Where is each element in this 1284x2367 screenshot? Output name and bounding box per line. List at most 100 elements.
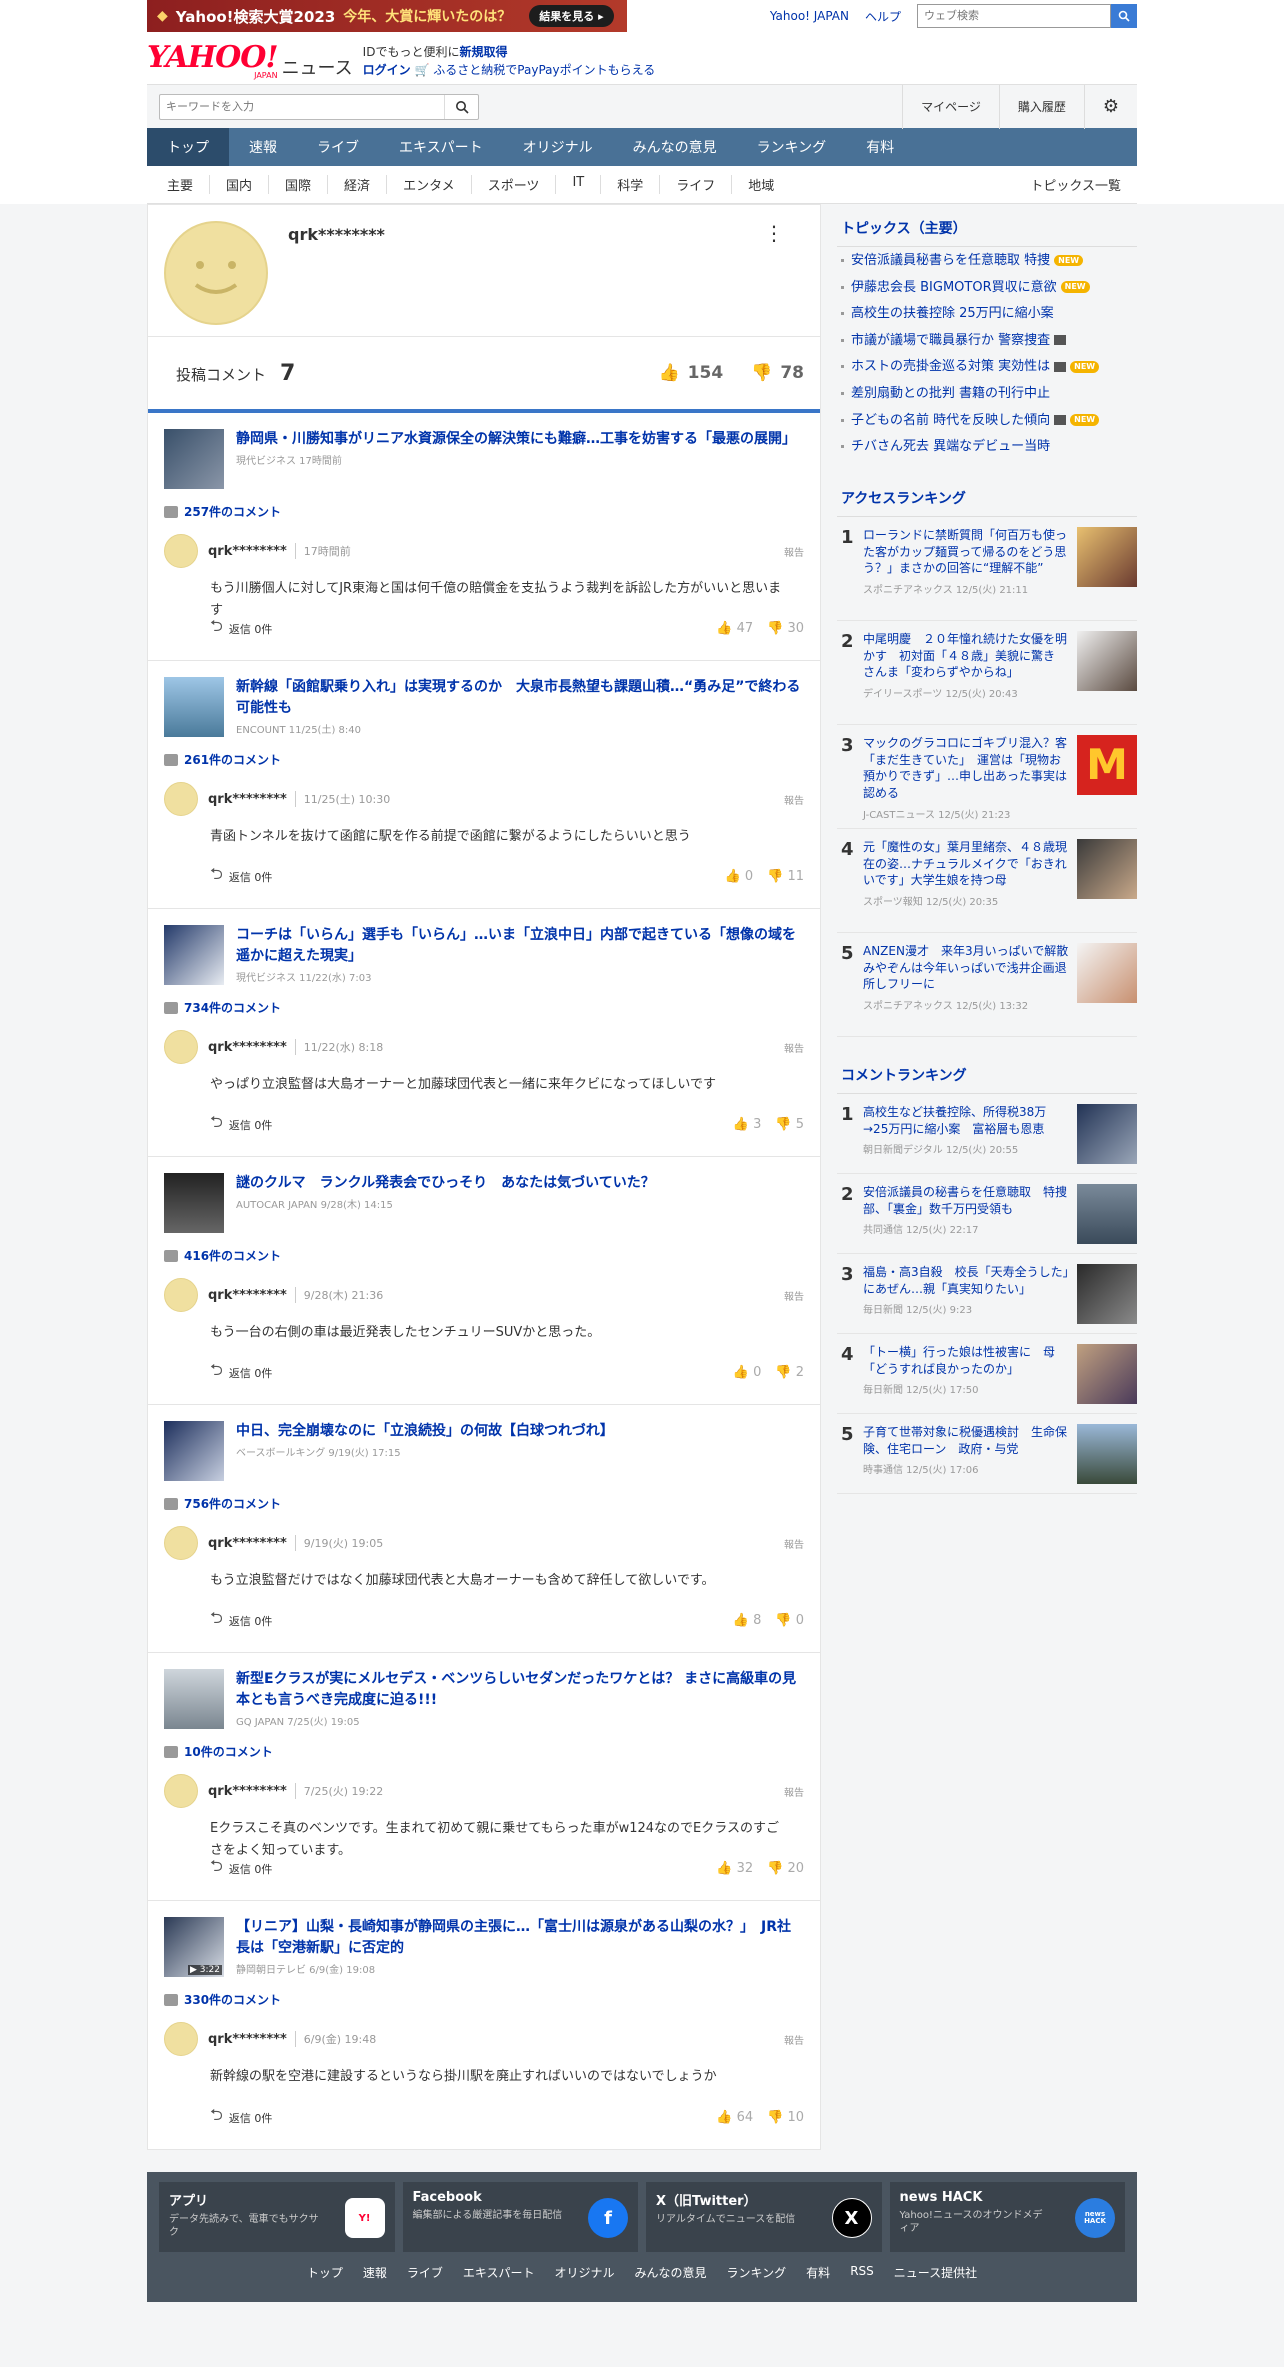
- cat-sports[interactable]: スポーツ: [472, 175, 557, 194]
- footer-link-breaking[interactable]: 速報: [363, 2264, 387, 2281]
- report-link[interactable]: 報告: [784, 1040, 804, 1055]
- footer-facebook-card[interactable]: Facebook 編集部による厳選記事を毎日配信 f: [402, 2182, 638, 2252]
- ranking-item[interactable]: 1 ローランドに禁断質問「何百万も使った客がカップ麺買って帰るのをどう思う？」ま…: [837, 517, 1137, 621]
- dislike-button[interactable]: 👎 20: [767, 1861, 804, 1876]
- cat-business[interactable]: 経済: [328, 175, 388, 194]
- comment-user[interactable]: qrk********: [208, 1536, 287, 1551]
- article-title[interactable]: 謎のクルマ ランクル発表会でひっそり あなたは気づいていた？: [236, 1173, 655, 1194]
- more-menu-icon[interactable]: ⋮: [764, 221, 784, 245]
- cat-science[interactable]: 科学: [601, 175, 661, 194]
- dislike-button[interactable]: 👎 2: [775, 1365, 804, 1380]
- topic-item[interactable]: ホストの売掛金巡る対策 実効性は NEW: [837, 353, 1137, 380]
- comment-user[interactable]: qrk********: [208, 792, 287, 807]
- nav-breaking[interactable]: 速報: [229, 128, 297, 166]
- nav-ranking[interactable]: ランキング: [737, 128, 847, 166]
- article-title[interactable]: 【リニア】山梨・長崎知事が静岡県の主張に…「富士川は源泉がある山梨の水？」 JR…: [236, 1917, 804, 1959]
- help-link[interactable]: ヘルプ: [865, 8, 901, 25]
- topic-item[interactable]: 差別扇動との批判 書籍の刊行中止: [837, 380, 1137, 407]
- dislike-button[interactable]: 👎 10: [767, 2110, 804, 2125]
- dislike-button[interactable]: 👎 5: [775, 1117, 804, 1132]
- article-comment-count[interactable]: 10件のコメント: [164, 1743, 804, 1760]
- footer-x-card[interactable]: X（旧Twitter） リアルタイムでニュースを配信 X: [646, 2182, 882, 2252]
- topic-item[interactable]: チバさん死去 異端なデビュー当時: [837, 433, 1137, 460]
- ranking-item[interactable]: 3 マックのグラコロにゴキブリ混入？客「まだ生きていた」 運営は「現物お預かりで…: [837, 725, 1137, 829]
- article-thumbnail[interactable]: [164, 1421, 224, 1481]
- article-thumbnail[interactable]: ▶ 3:22: [164, 1917, 224, 1977]
- comment-user[interactable]: qrk********: [208, 1040, 287, 1055]
- search-award-banner[interactable]: ◆ Yahoo!検索大賞2023 今年、大賞に輝いたのは？ 結果を見る ▸: [147, 0, 627, 32]
- topic-item[interactable]: 伊藤忠会長 BIGMOTOR買収に意欲 NEW: [837, 274, 1137, 301]
- reply-button[interactable]: ⮌ 返信 0件: [210, 615, 272, 642]
- all-topics-link[interactable]: トピックス一覧: [1030, 175, 1137, 194]
- cat-local[interactable]: 地域: [732, 175, 790, 194]
- nav-live[interactable]: ライブ: [297, 128, 379, 166]
- reply-button[interactable]: ⮌ 返信 0件: [210, 863, 272, 890]
- report-link[interactable]: 報告: [784, 1536, 804, 1551]
- dislike-button[interactable]: 👎 30: [767, 621, 804, 636]
- topic-item[interactable]: 市議が議場で職員暴行か 警察捜査: [837, 327, 1137, 354]
- article-thumbnail[interactable]: [164, 429, 224, 489]
- banner-result-button[interactable]: 結果を見る ▸: [529, 5, 614, 27]
- ranking-item[interactable]: 4 「トー横」行った娘は性被害に 母「どうすれば良かったのか」 毎日新聞 12/5…: [837, 1334, 1137, 1414]
- footer-link-expert[interactable]: エキスパート: [463, 2264, 535, 2281]
- ranking-item[interactable]: 3 福島・高3自殺 校長「天寿全うした」にあぜん…親「真実知りたい」 毎日新聞 1…: [837, 1254, 1137, 1334]
- footer-link-rss[interactable]: RSS: [850, 2264, 874, 2281]
- like-button[interactable]: 👍 0: [733, 1365, 762, 1380]
- nav-paid[interactable]: 有料: [846, 128, 914, 166]
- article-comment-count[interactable]: 756件のコメント: [164, 1495, 804, 1512]
- report-link[interactable]: 報告: [784, 544, 804, 559]
- like-button[interactable]: 👍 0: [725, 869, 754, 884]
- article-comment-count[interactable]: 257件のコメント: [164, 503, 804, 520]
- dislike-button[interactable]: 👎 0: [775, 1613, 804, 1628]
- nav-top[interactable]: トップ: [147, 128, 229, 166]
- article-thumbnail[interactable]: [164, 677, 224, 737]
- report-link[interactable]: 報告: [784, 1288, 804, 1303]
- ranking-item[interactable]: 1 高校生など扶養控除、所得税38万→25万円に縮小案 富裕層も恩恵 朝日新聞デジ…: [837, 1094, 1137, 1174]
- footer-app-card[interactable]: アプリ データ先読みで、電車でもサクサク Y!: [159, 2182, 395, 2252]
- purchase-history-link[interactable]: 購入履歴: [998, 84, 1084, 129]
- ranking-item[interactable]: 4 元「魔性の女」葉月里緒奈、４８歳現在の姿…ナチュラルメイクで「おきれいです」…: [837, 829, 1137, 933]
- footer-link-live[interactable]: ライブ: [407, 2264, 443, 2281]
- report-link[interactable]: 報告: [784, 792, 804, 807]
- like-button[interactable]: 👍 8: [733, 1613, 762, 1628]
- article-title[interactable]: 中日、完全崩壊なのに「立浪続投」の何故【白球つれづれ】: [236, 1421, 614, 1442]
- topic-item[interactable]: 高校生の扶養控除 25万円に縮小案: [837, 300, 1137, 327]
- footer-link-paid[interactable]: 有料: [806, 2264, 830, 2281]
- article-title[interactable]: 新型Eクラスが実にメルセデス・ベンツらしいセダンだったワケとは？ まさに高級車の…: [236, 1669, 804, 1711]
- comment-user[interactable]: qrk********: [208, 2032, 287, 2047]
- nav-expert[interactable]: エキスパート: [379, 128, 503, 166]
- nav-opinion[interactable]: みんなの意見: [613, 128, 737, 166]
- cat-domestic[interactable]: 国内: [210, 175, 270, 194]
- footer-link-providers[interactable]: ニュース提供社: [894, 2264, 977, 2281]
- web-search-input[interactable]: [917, 4, 1111, 28]
- reply-button[interactable]: ⮌ 返信 0件: [210, 1359, 272, 1386]
- web-search-button[interactable]: [1111, 4, 1137, 28]
- like-button[interactable]: 👍 64: [716, 2110, 753, 2125]
- reply-button[interactable]: ⮌ 返信 0件: [210, 1855, 272, 1882]
- yahoo-news-logo[interactable]: YAHOO! JAPAN ニュース: [147, 42, 353, 80]
- topic-item[interactable]: 安倍派議員秘書らを任意聴取 特捜 NEW: [837, 247, 1137, 274]
- nav-original[interactable]: オリジナル: [503, 128, 613, 166]
- ranking-item[interactable]: 5 子育て世帯対象に税優遇検討 生命保険、住宅ローン 政府・与党 時事通信 12/…: [837, 1414, 1137, 1494]
- footer-newshack-card[interactable]: news HACK Yahoo!ニュースのオウンドメディア news HACK: [889, 2182, 1125, 2252]
- like-button[interactable]: 👍 3: [733, 1117, 762, 1132]
- article-thumbnail[interactable]: [164, 1173, 224, 1233]
- reply-button[interactable]: ⮌ 返信 0件: [210, 1607, 272, 1634]
- article-title[interactable]: コーチは「いらん」選手も「いらん」…いま「立浪中日」内部で起きている「想像の域を…: [236, 925, 804, 967]
- article-thumbnail[interactable]: [164, 925, 224, 985]
- comment-user[interactable]: qrk********: [208, 1784, 287, 1799]
- article-comment-count[interactable]: 734件のコメント: [164, 999, 804, 1016]
- ranking-item[interactable]: 5 ANZEN漫才 来年3月いっぱいで解散 みやぞんは今年いっぱいで浅井企画退所…: [837, 933, 1137, 1037]
- reply-button[interactable]: ⮌ 返信 0件: [210, 1111, 272, 1138]
- article-comment-count[interactable]: 416件のコメント: [164, 1247, 804, 1264]
- comment-user[interactable]: qrk********: [208, 544, 287, 559]
- cat-world[interactable]: 国際: [269, 175, 329, 194]
- dislike-button[interactable]: 👎 11: [767, 869, 804, 884]
- ranking-item[interactable]: 2 中尾明慶 ２０年憧れ続けた女優を明かす 初対面「４８歳」美貌に驚き さんま「…: [837, 621, 1137, 725]
- article-comment-count[interactable]: 261件のコメント: [164, 751, 804, 768]
- footer-link-ranking[interactable]: ランキング: [727, 2264, 787, 2281]
- report-link[interactable]: 報告: [784, 2032, 804, 2047]
- keyword-search-button[interactable]: [444, 94, 478, 119]
- article-thumbnail[interactable]: [164, 1669, 224, 1729]
- article-title[interactable]: 静岡県・川勝知事がリニア水資源保全の解決策にも難癖…工事を妨害する「最悪の展開」: [236, 429, 796, 450]
